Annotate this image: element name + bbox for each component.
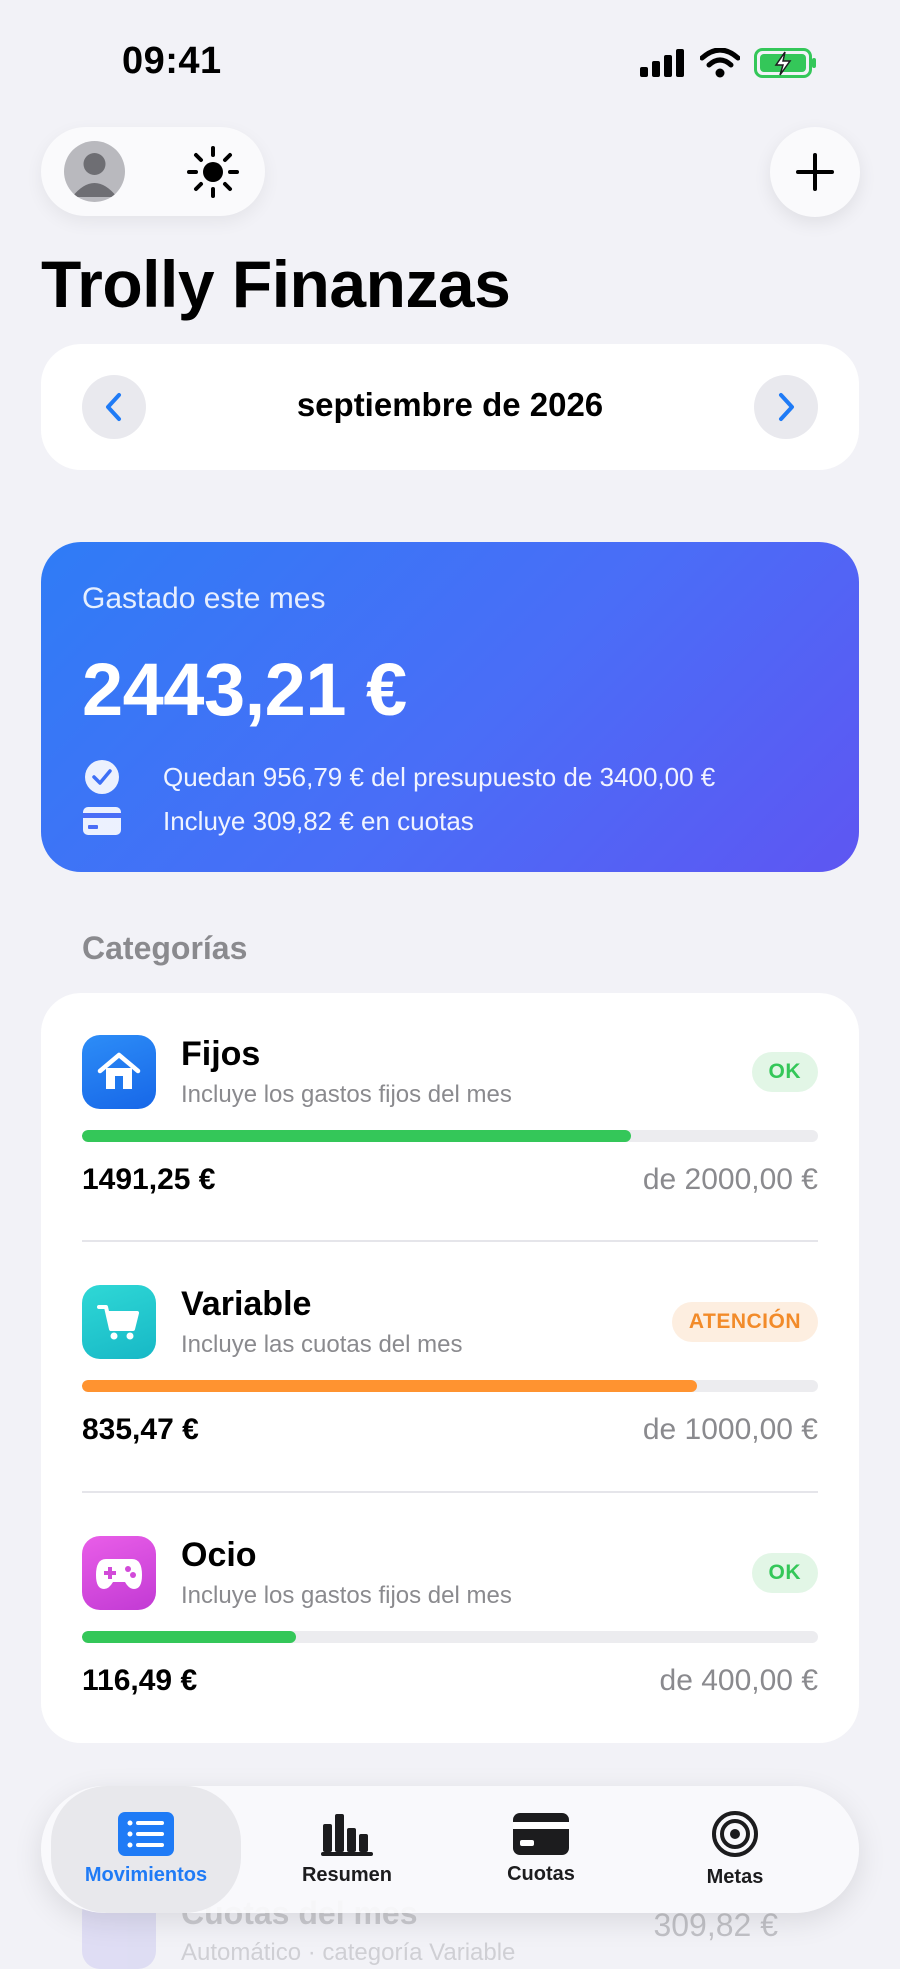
tab-resumen[interactable]: Resumen bbox=[252, 1786, 442, 1913]
tab-movimientos[interactable]: Movimientos bbox=[51, 1786, 241, 1913]
status-badge: OK bbox=[751, 1052, 818, 1092]
categories-card: Fijos Incluye los gastos fijos del mes O… bbox=[41, 993, 859, 1743]
category-description: Incluye los gastos fijos del mes bbox=[181, 1582, 512, 1609]
installments-row: Incluye 309,82 € en cuotas bbox=[82, 801, 474, 841]
category-spent: 116,49 € bbox=[82, 1664, 198, 1697]
tab-label: Resumen bbox=[301, 1864, 393, 1886]
month-navigator: septiembre de 2026 bbox=[41, 344, 859, 470]
progress-bar bbox=[82, 1130, 818, 1142]
progress-bar bbox=[82, 1380, 818, 1392]
bar-chart-icon bbox=[321, 1814, 373, 1856]
status-time: 09:41 bbox=[122, 40, 222, 82]
category-description: Incluye los gastos fijos del mes bbox=[181, 1081, 512, 1108]
tab-label: Movimientos bbox=[84, 1864, 208, 1886]
tab-label: Cuotas bbox=[507, 1863, 575, 1885]
category-row-fijos[interactable]: Fijos Incluye los gastos fijos del mes O… bbox=[82, 993, 818, 1243]
next-month-button[interactable] bbox=[754, 375, 818, 439]
status-icons bbox=[640, 48, 818, 78]
remaining-budget-row: Quedan 956,79 € del presupuesto de 3400,… bbox=[82, 757, 715, 797]
add-button[interactable] bbox=[770, 127, 860, 217]
tab-bar: Movimientos Resumen Cuotas Metas bbox=[41, 1786, 859, 1913]
monthly-spending-card[interactable]: Gastado este mes 2443,21 € Quedan 956,79… bbox=[41, 542, 859, 872]
category-name: Fijos bbox=[181, 1035, 261, 1073]
wifi-icon bbox=[700, 48, 740, 78]
list-icon bbox=[118, 1812, 174, 1856]
remaining-budget-text: Quedan 956,79 € del presupuesto de 3400,… bbox=[163, 761, 716, 792]
progress-fill bbox=[82, 1130, 632, 1142]
tab-cuotas[interactable]: Cuotas bbox=[446, 1786, 636, 1913]
tab-metas[interactable]: Metas bbox=[640, 1786, 830, 1913]
month-label: septiembre de 2026 bbox=[296, 386, 604, 423]
person-icon bbox=[72, 153, 117, 197]
category-spent: 1491,25 € bbox=[82, 1163, 216, 1196]
page-title: Trolly Finanzas bbox=[41, 247, 511, 321]
status-badge: ATENCIÓN bbox=[671, 1302, 818, 1342]
installments-text: Incluye 309,82 € en cuotas bbox=[163, 805, 474, 836]
tab-label: Metas bbox=[706, 1866, 764, 1888]
category-limit: de 1000,00 € bbox=[642, 1413, 818, 1446]
card-icon bbox=[513, 1813, 569, 1855]
gamepad-icon bbox=[82, 1536, 156, 1610]
theme-toggle-sun-icon[interactable] bbox=[187, 146, 239, 198]
spent-amount: 2443,21 € bbox=[82, 648, 407, 731]
category-limit: de 400,00 € bbox=[659, 1664, 818, 1697]
divider bbox=[82, 1240, 818, 1242]
credit-card-icon bbox=[82, 801, 122, 841]
cart-icon bbox=[82, 1285, 156, 1359]
category-name: Variable bbox=[181, 1285, 312, 1323]
category-description: Incluye las cuotas del mes bbox=[181, 1331, 463, 1358]
divider bbox=[82, 1491, 818, 1493]
progress-fill bbox=[82, 1631, 297, 1643]
plus-icon bbox=[796, 153, 834, 191]
status-badge: OK bbox=[751, 1553, 818, 1593]
progress-bar bbox=[82, 1631, 818, 1643]
checkmark-circle-icon bbox=[82, 757, 122, 797]
spent-label: Gastado este mes bbox=[82, 582, 326, 615]
category-spent: 835,47 € bbox=[82, 1413, 199, 1446]
profile-avatar[interactable] bbox=[64, 141, 125, 202]
category-row-variable[interactable]: Variable Incluye las cuotas del mes ATEN… bbox=[82, 1243, 818, 1493]
category-limit: de 2000,00 € bbox=[642, 1163, 818, 1196]
battery-icon bbox=[754, 48, 816, 78]
target-icon bbox=[712, 1811, 758, 1857]
progress-fill bbox=[82, 1380, 697, 1392]
category-name: Ocio bbox=[181, 1536, 257, 1574]
list-item-subtitle: Automático · categoría Variable bbox=[181, 1939, 516, 1966]
signal-icon bbox=[640, 49, 684, 77]
categories-section-title: Categorías bbox=[82, 930, 248, 966]
category-row-ocio[interactable]: Ocio Incluye los gastos fijos del mes OK… bbox=[82, 1494, 818, 1744]
chevron-right-icon bbox=[779, 393, 794, 421]
house-icon bbox=[82, 1035, 156, 1109]
